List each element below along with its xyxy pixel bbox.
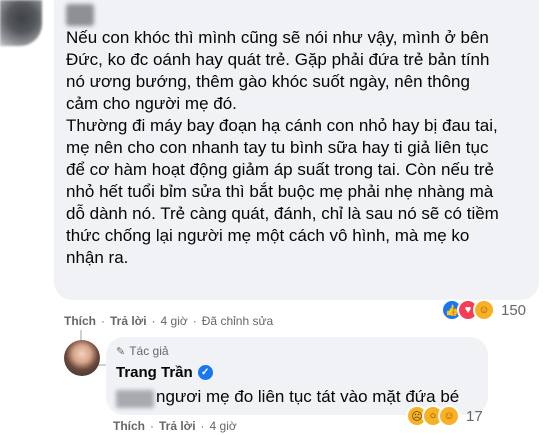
timestamp[interactable]: 4 giờ bbox=[210, 419, 237, 433]
author-badge: ✎ Tác giả bbox=[116, 344, 169, 358]
comment-line: thức chống lại người mẹ một cách vô hình… bbox=[66, 226, 470, 245]
author-avatar[interactable] bbox=[64, 340, 100, 376]
comment-line: để cơ hàm hoạt động giảm áp suất trong t… bbox=[66, 160, 494, 179]
like-link[interactable]: Thích bbox=[64, 314, 96, 328]
pen-icon: ✎ bbox=[116, 345, 126, 358]
reply-actions: Thích · Trả lời · 4 giờ bbox=[113, 419, 237, 433]
reply-link[interactable]: Trả lời bbox=[159, 419, 196, 433]
comment-text: Nếu con khóc thì mình cũng sẽ nói như vậ… bbox=[66, 27, 532, 269]
care-icon: ☺ bbox=[473, 299, 495, 321]
comment-line: dỗ dành nó. Trẻ càng quát, đánh, chỉ là … bbox=[66, 204, 499, 223]
separator-dot: · bbox=[151, 314, 156, 328]
separator-dot: · bbox=[150, 419, 154, 433]
separator-dot: · bbox=[200, 419, 205, 433]
reply-text: ngươi mẹ đo liên tục tát vào mặt đứa bé bbox=[156, 387, 460, 406]
reply-redacted bbox=[116, 390, 154, 408]
verified-icon: ✓ bbox=[197, 365, 213, 380]
reaction-count: 17 bbox=[466, 407, 483, 425]
comment-line: Nếu con khóc thì mình cũng sẽ nói như vậ… bbox=[66, 28, 489, 47]
like-link[interactable]: Thích bbox=[113, 419, 145, 433]
comment-line: cảm cho người mẹ đó. bbox=[66, 94, 237, 113]
separator-dot: · bbox=[101, 314, 105, 328]
reply-author-name[interactable]: Trang Trần bbox=[116, 364, 193, 381]
comment-line: nó ương bướng, thêm gào khóc suốt ngày, … bbox=[66, 72, 470, 91]
reply-link[interactable]: Trả lời bbox=[110, 314, 147, 328]
care-icon: ☺ bbox=[438, 405, 460, 427]
edited-label: Đã chỉnh sửa bbox=[201, 314, 274, 328]
reply-reactions[interactable]: ☹ ○ ☺ 17 bbox=[406, 405, 483, 427]
separator-dot: · bbox=[192, 314, 197, 328]
comment-line: Đức, ko đc oánh hay quát trẻ. Gặp phải đ… bbox=[66, 50, 490, 69]
comment-line: nhận ra. bbox=[66, 248, 129, 267]
comment-line: Thường đi máy bay đoạn hạ cánh con nhỏ h… bbox=[66, 116, 498, 135]
comment-line: nhỏ hết tuổi bỉm sửa thì bắt buộc mẹ phả… bbox=[66, 182, 494, 201]
comment-line: mẹ nên cho con nhanh tay tu bình sữa hay… bbox=[66, 138, 489, 157]
comment-reactions[interactable]: 👍 ♥ ☺ 150 bbox=[441, 299, 526, 321]
reply-author[interactable]: Trang Trần ✓ bbox=[116, 364, 213, 381]
comment-bubble: Nếu con khóc thì mình cũng sẽ nói như vậ… bbox=[54, 0, 539, 300]
commenter-avatar[interactable] bbox=[0, 0, 42, 46]
reaction-count: 150 bbox=[501, 301, 527, 319]
comment-actions: Thích · Trả lời · 4 giờ · Đã chỉnh sửa bbox=[64, 314, 273, 328]
commenter-name-redacted[interactable] bbox=[66, 4, 94, 26]
author-badge-label: Tác giả bbox=[129, 344, 169, 358]
timestamp[interactable]: 4 giờ bbox=[161, 314, 188, 328]
reply-bubble: ✎ Tác giả Trang Trần ✓ ngươi mẹ đo liên … bbox=[106, 337, 488, 415]
